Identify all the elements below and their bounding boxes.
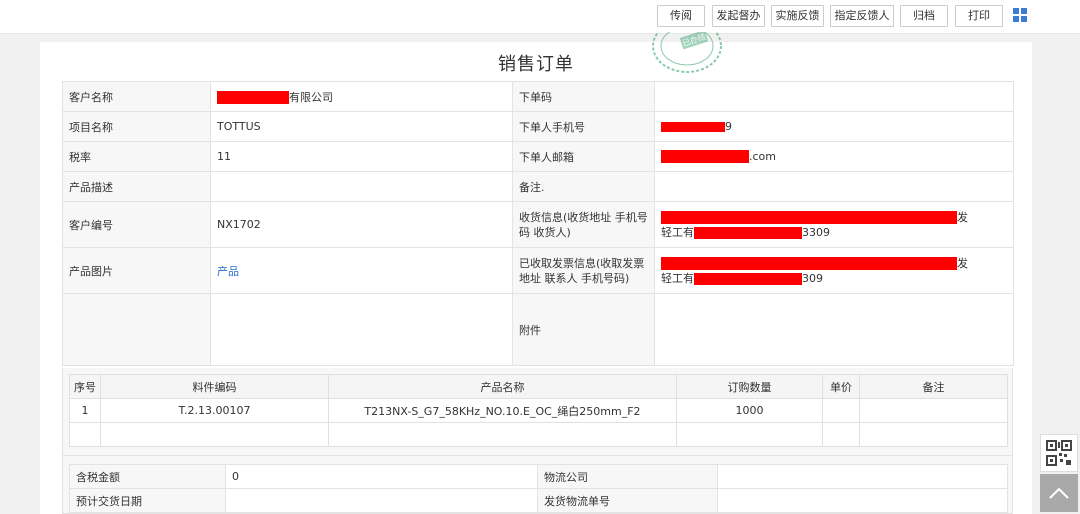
remark-label: 备注.: [512, 171, 655, 202]
delivery-date-label: 预计交货日期: [69, 488, 226, 513]
table-row: 产品描述 备注.: [62, 171, 1014, 202]
grid-icon[interactable]: [1013, 8, 1027, 22]
invoice-info-value: 发 轻工有 309: [654, 247, 1014, 294]
items-section: 序号 料件编码 产品名称 订购数量 单价 备注 1 T.2.13.00107 T…: [62, 368, 1013, 456]
table-cell: [69, 422, 101, 447]
logistics-company-value: [717, 464, 1008, 489]
tax-rate-value: 11: [210, 141, 513, 172]
table-cell: 1: [69, 398, 101, 423]
tax-rate-label: 税率: [62, 141, 211, 172]
payment-logistics-table: 含税金额 0 物流公司 预计交货日期 发货物流单号: [69, 464, 1008, 513]
table-cell: T.2.13.00107: [100, 398, 329, 423]
items-header-row: 序号 料件编码 产品名称 订购数量 单价 备注: [69, 374, 1008, 399]
column-header: 序号: [69, 374, 101, 399]
project-name-value: TOTTUS: [210, 111, 513, 142]
invoice-info-label: 已收取发票信息(收取发票地址 联系人 手机号码): [512, 247, 655, 294]
shipping-info-label: 收货信息(收货地址 手机号码 收货人): [512, 201, 655, 248]
shipping-info-value: 发 轻工有 3309: [654, 201, 1014, 248]
redaction-block: [217, 91, 289, 104]
table-row: 客户编号 NX1702 收货信息(收货地址 手机号码 收货人) 发 轻工有 330…: [62, 201, 1014, 248]
archive-button[interactable]: 归档: [900, 5, 948, 27]
empty-cell: [210, 293, 513, 366]
table-row: 含税金额 0 物流公司: [69, 464, 1008, 489]
product-description-value: [210, 171, 513, 202]
column-header: 单价: [822, 374, 860, 399]
attachment-value: [654, 293, 1014, 366]
redaction-block: [694, 272, 802, 285]
table-cell: 1000: [676, 398, 823, 423]
product-description-label: 产品描述: [62, 171, 211, 202]
qr-code-icon[interactable]: [1040, 434, 1078, 472]
table-row: 税率 11 下单人邮箱 .com: [62, 141, 1014, 172]
table-cell: [859, 398, 1008, 423]
tax-amount-value: 0: [225, 464, 538, 489]
orderer-email-label: 下单人邮箱: [512, 141, 655, 172]
chevron-up-icon[interactable]: [1040, 474, 1078, 512]
top-toolbar: 传阅 发起督办 实施反馈 指定反馈人 归档 打印: [0, 0, 1080, 34]
table-cell: [676, 422, 823, 447]
redaction-block: [694, 226, 802, 239]
redaction-block: [661, 150, 749, 164]
implementation-feedback-button[interactable]: 实施反馈: [771, 5, 824, 27]
product-image-value: 产品: [210, 247, 513, 294]
empty-cell: [62, 293, 211, 366]
table-cell: [822, 422, 860, 447]
print-button[interactable]: 打印: [955, 5, 1003, 27]
table-row: [69, 422, 1008, 447]
order-info-table: 客户名称 有限公司 下单码 项目名称 TOTTUS 下单人手机号 9 税率 11…: [62, 81, 1014, 366]
orderer-email-value: .com: [654, 141, 1014, 172]
page-title: 销售订单: [498, 54, 574, 75]
remark-value: [654, 171, 1014, 202]
customer-name-value: 有限公司: [210, 81, 513, 112]
customer-number-label: 客户编号: [62, 201, 211, 248]
circulate-button[interactable]: 传阅: [657, 5, 705, 27]
redaction-block: [661, 211, 957, 224]
column-header: 产品名称: [328, 374, 677, 399]
start-supervision-button[interactable]: 发起督办: [712, 5, 765, 27]
delivery-date-value: [225, 488, 538, 513]
logistics-company-label: 物流公司: [537, 464, 718, 489]
table-row: 预计交货日期 发货物流单号: [69, 488, 1008, 513]
column-header: 备注: [859, 374, 1008, 399]
table-row: 项目名称 TOTTUS 下单人手机号 9: [62, 111, 1014, 142]
payment-section: 含税金额 0 物流公司 预计交货日期 发货物流单号: [62, 456, 1013, 514]
orderer-phone-label: 下单人手机号: [512, 111, 655, 142]
table-row: 客户名称 有限公司 下单码: [62, 81, 1014, 112]
table-row: 附件: [62, 293, 1014, 366]
product-image-link[interactable]: 产品: [217, 265, 239, 278]
table-row: 1 T.2.13.00107 T213NX-S_G7_58KHz_NO.10.E…: [69, 398, 1008, 423]
table-cell: T213NX-S_G7_58KHz_NO.10.E_OC_绳白250mm_F2: [328, 398, 677, 423]
customer-number-value: NX1702: [210, 201, 513, 248]
redaction-block: [661, 257, 957, 270]
table-cell: [822, 398, 860, 423]
tax-amount-label: 含税金额: [69, 464, 226, 489]
order-items-table: 序号 料件编码 产品名称 订购数量 单价 备注 1 T.2.13.00107 T…: [69, 374, 1008, 447]
orderer-phone-value: 9: [654, 111, 1014, 142]
column-header: 料件编码: [100, 374, 329, 399]
document-panel: 已办结 销售订单 客户名称 有限公司 下单码 项目名称 TOTTUS 下单人手机…: [40, 32, 1032, 514]
tracking-number-label: 发货物流单号: [537, 488, 718, 513]
tracking-number-value: [717, 488, 1008, 513]
attachment-label: 附件: [512, 293, 655, 366]
order-code-value: [654, 81, 1014, 112]
project-name-label: 项目名称: [62, 111, 211, 142]
table-cell: [100, 422, 329, 447]
assign-feedback-person-button[interactable]: 指定反馈人: [830, 5, 894, 27]
table-cell: [859, 422, 1008, 447]
customer-name-label: 客户名称: [62, 81, 211, 112]
table-row: 产品图片 产品 已收取发票信息(收取发票地址 联系人 手机号码) 发 轻工有 30…: [62, 247, 1014, 294]
column-header: 订购数量: [676, 374, 823, 399]
order-code-label: 下单码: [512, 81, 655, 112]
redaction-block: [661, 122, 725, 132]
product-image-label: 产品图片: [62, 247, 211, 294]
table-cell: [328, 422, 677, 447]
